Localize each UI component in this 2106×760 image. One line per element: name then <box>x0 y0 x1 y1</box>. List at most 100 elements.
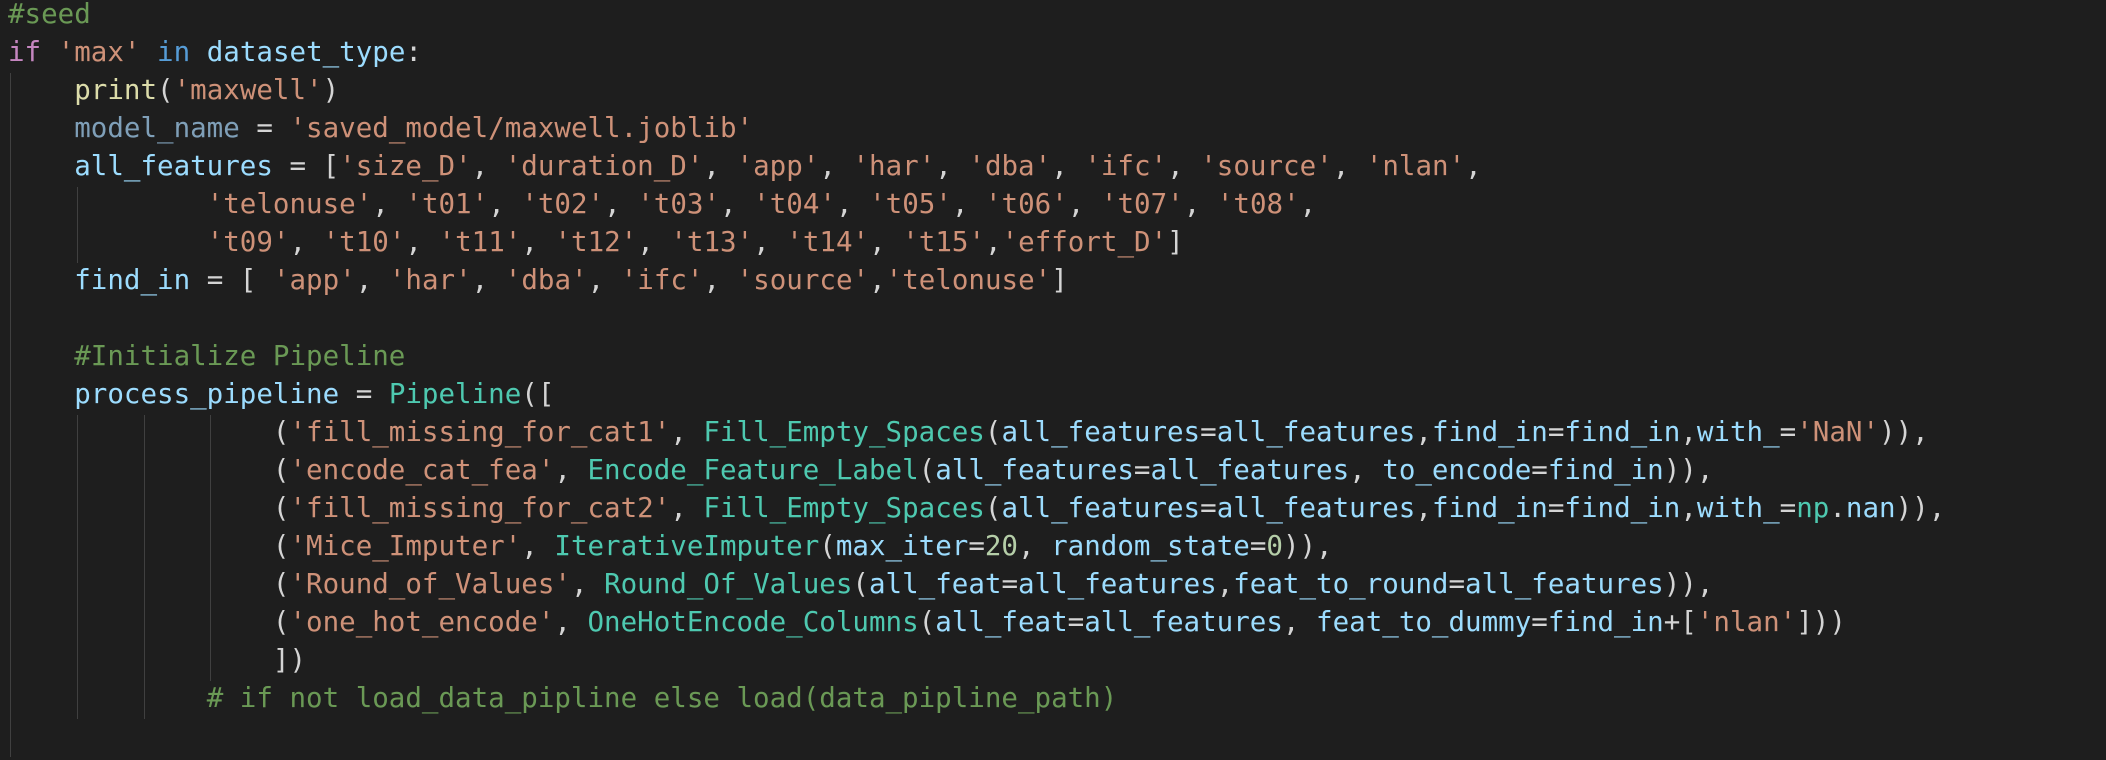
code-token-plain: , <box>935 150 969 182</box>
code-token-plain: = <box>1779 492 1797 524</box>
code-token-string: 'effort_D' <box>1001 226 1168 258</box>
code-token-string: 'telonuse' <box>206 188 373 220</box>
code-token-string: 'fill_missing_for_cat1' <box>289 416 671 448</box>
code-token-plain: = <box>1200 416 1217 448</box>
code-line[interactable]: ('Round_of_Values', Round_Of_Values(all_… <box>8 565 1714 603</box>
code-token-string: 'NaN' <box>1796 416 1880 448</box>
code-token-plain: , <box>1332 150 1366 182</box>
code-token-plain: ( <box>272 416 290 448</box>
code-line[interactable]: ('one_hot_encode', OneHotEncode_Columns(… <box>8 603 1846 641</box>
code-token-plain: = <box>1249 530 1267 562</box>
code-token-var: all_features <box>1018 568 1217 600</box>
code-token-var: nan <box>1845 492 1896 524</box>
code-token-inop: in <box>157 36 191 68</box>
code-token-string: 'app' <box>736 150 820 182</box>
code-token-comment: # if not load_data_pipline else load(dat… <box>206 682 1118 714</box>
code-token-dim: model_name <box>74 112 240 144</box>
code-line[interactable]: print('maxwell') <box>8 71 339 109</box>
code-line[interactable]: 't09', 't10', 't11', 't12', 't13', 't14'… <box>8 223 1184 261</box>
code-token-plain: : <box>405 36 422 68</box>
code-token-plain: ( <box>272 492 290 524</box>
code-token-string: 't09' <box>206 226 290 258</box>
code-line[interactable]: all_features = ['size_D', 'duration_D', … <box>8 147 1481 185</box>
code-line[interactable]: ('fill_missing_for_cat1', Fill_Empty_Spa… <box>8 413 1929 451</box>
code-token-var: random_state <box>1051 530 1250 562</box>
code-line[interactable]: process_pipeline = Pipeline([ <box>8 375 554 413</box>
code-token-plain: )), <box>1282 530 1333 562</box>
code-token-plain: ])) <box>1796 606 1846 638</box>
code-token-plain: , <box>951 188 985 220</box>
code-line[interactable]: if 'max' in dataset_type: <box>8 33 422 71</box>
code-token-plain: ) <box>322 74 340 106</box>
code-token-string: 't05' <box>869 188 952 220</box>
code-token-plain: , <box>1282 606 1317 638</box>
code-line[interactable]: ('Mice_Imputer', IterativeImputer(max_it… <box>8 527 1333 565</box>
code-token-plain: , <box>488 188 522 220</box>
code-token-string: 'max' <box>57 36 141 68</box>
code-token-plain: ( <box>852 568 869 600</box>
code-token-plain: ( <box>984 492 1002 524</box>
code-token-comment: #Initialize Pipeline <box>74 340 406 372</box>
code-token-string: 'source' <box>736 264 870 296</box>
code-token-plain: , <box>670 492 704 524</box>
code-token-plain: , <box>1299 188 1317 220</box>
code-token-plain: ([ <box>521 378 555 410</box>
code-line[interactable]: #Initialize Pipeline <box>8 337 405 375</box>
code-token-class: Fill_Empty_Spaces <box>703 416 985 448</box>
code-line[interactable]: ('encode_cat_fea', Encode_Feature_Label(… <box>8 451 1714 489</box>
code-token-plain: , <box>554 454 588 486</box>
code-token-var: to_encode <box>1382 454 1532 486</box>
code-token-class: IterativeImputer <box>554 530 820 562</box>
code-token-plain: = <box>1547 416 1565 448</box>
code-token-keyword: if <box>8 36 42 68</box>
code-token-plain: , <box>1680 492 1697 524</box>
code-line[interactable]: ]) <box>8 641 306 679</box>
code-token-plain: ( <box>272 530 290 562</box>
code-token-plain: = [ <box>272 150 340 182</box>
code-token-plain: , <box>819 150 853 182</box>
code-line[interactable]: # if not load_data_pipline else load(dat… <box>8 679 1118 717</box>
code-token-plain: ( <box>272 606 290 638</box>
code-token-plain: . <box>1829 492 1846 524</box>
code-token-string: 'source' <box>1200 150 1333 182</box>
code-line[interactable]: #seed <box>8 0 91 33</box>
code-token-var: all_features <box>1216 492 1416 524</box>
code-token-var: all_features <box>1465 568 1664 600</box>
code-token-string: 'size_D' <box>339 150 472 182</box>
code-token-plain: , <box>355 264 389 296</box>
code-token-plain: , <box>1680 416 1697 448</box>
code-token-var: all_features <box>1150 454 1350 486</box>
code-token-string: 'Mice_Imputer' <box>289 530 522 562</box>
code-token-var: with_ <box>1696 416 1780 448</box>
code-token-plain: = [ <box>190 264 273 296</box>
code-token-var: find_in <box>1564 416 1681 448</box>
code-token-string: 'har' <box>388 264 472 296</box>
code-token-plain: )), <box>1663 568 1714 600</box>
code-token-var: find_in <box>1547 454 1664 486</box>
code-token-plain: , <box>703 150 737 182</box>
code-token-string: 't13' <box>670 226 754 258</box>
code-token-var: all_features <box>74 150 273 182</box>
code-editor[interactable]: #seed if 'max' in dataset_type: print('ma… <box>0 0 2106 760</box>
code-token-plain: ( <box>819 530 836 562</box>
code-line[interactable]: find_in = [ 'app', 'har', 'dba', 'ifc', … <box>8 261 1068 299</box>
code-token-plain: , <box>1051 150 1085 182</box>
code-line[interactable]: model_name = 'saved_model/maxwell.joblib… <box>8 109 753 147</box>
code-line[interactable]: ('fill_missing_for_cat2', Fill_Empty_Spa… <box>8 489 1945 527</box>
code-token-string: 't02' <box>521 188 605 220</box>
code-token-plain: , <box>554 606 588 638</box>
code-line[interactable]: 'telonuse', 't01', 't02', 't03', 't04', … <box>8 185 1317 223</box>
code-token-plain: , <box>703 264 737 296</box>
code-token-string: 'dba' <box>968 150 1052 182</box>
